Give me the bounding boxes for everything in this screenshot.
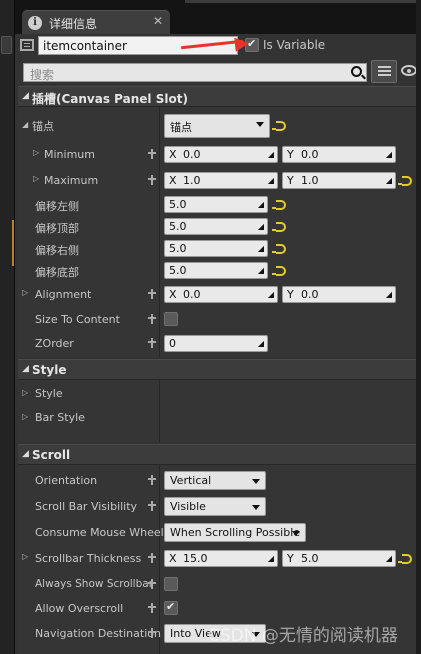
offset-top-field[interactable]: 5.0 ◢ xyxy=(164,218,268,235)
left-strip-highlight xyxy=(12,220,14,266)
maximum-label: Maximum xyxy=(44,174,99,187)
maximum-x-field[interactable]: X 1.0 ◢ xyxy=(164,172,278,189)
expand-icon[interactable]: ▷ xyxy=(22,388,28,397)
reset-icon[interactable] xyxy=(272,244,286,254)
watermark: CSDN @无情的阅读机器 xyxy=(208,626,398,646)
minimum-x-field[interactable]: X 0.0 ◢ xyxy=(164,146,278,163)
offset-left-label: 偏移左侧 xyxy=(35,200,79,213)
minimum-label: Minimum xyxy=(44,148,95,161)
left-panel-strip xyxy=(0,0,15,654)
alignment-y-field[interactable]: Y 0.0 ◢ xyxy=(282,286,396,303)
bind-icon[interactable] xyxy=(148,175,158,185)
bind-icon[interactable] xyxy=(148,628,158,638)
size-to-content-checkbox[interactable] xyxy=(164,312,178,326)
expand-icon[interactable]: ▷ xyxy=(22,288,28,297)
annotation-arrow-head xyxy=(234,36,250,52)
search-placeholder: 搜索 xyxy=(30,68,55,82)
reset-icon[interactable] xyxy=(272,266,286,276)
offset-bottom-label: 偏移底部 xyxy=(35,266,79,279)
scroll-bar-visibility-dropdown[interactable]: Visible xyxy=(164,497,266,516)
alignment-x-field[interactable]: X 0.0 ◢ xyxy=(164,286,278,303)
tab-bar: i 详细信息 ✕ xyxy=(15,0,421,34)
section-body-slot: ◢ 锚点 锚点 ▷ Minimum X 0.0 ◢ Y 0.0 ◢ ▷ Maximum … xyxy=(18,107,421,357)
section-body-style: ▷ Style ▷ Bar Style xyxy=(18,380,421,442)
zorder-label: ZOrder xyxy=(35,337,74,350)
scroll-bar-visibility-label: Scroll Bar Visibility xyxy=(35,500,138,513)
is-variable-label: Is Variable xyxy=(263,38,326,52)
column-separator xyxy=(159,107,160,357)
bind-icon[interactable] xyxy=(148,579,158,589)
offset-right-field[interactable]: 5.0 ◢ xyxy=(164,240,268,257)
expand-icon[interactable]: ▷ xyxy=(33,148,39,157)
bind-icon[interactable] xyxy=(148,553,158,563)
left-strip-button[interactable] xyxy=(1,36,12,54)
always-show-scrollbar-checkbox[interactable] xyxy=(164,577,178,591)
size-to-content-label: Size To Content xyxy=(35,313,120,326)
expand-icon[interactable]: ▷ xyxy=(33,174,39,183)
eye-icon[interactable] xyxy=(401,65,417,76)
reset-icon[interactable] xyxy=(398,554,412,564)
scrollbar-thickness-label: Scrollbar Thickness xyxy=(35,552,142,565)
consume-mouse-wheel-dropdown[interactable]: When Scrolling Possible xyxy=(164,523,306,542)
section-header-scroll[interactable]: ◢ Scroll xyxy=(18,444,421,465)
offset-top-label: 偏移顶部 xyxy=(35,222,79,235)
orientation-label: Orientation xyxy=(35,474,98,487)
info-icon: i xyxy=(28,16,42,30)
anchors-dropdown[interactable]: 锚点 xyxy=(164,114,270,138)
tab-details[interactable]: i 详细信息 ✕ xyxy=(22,10,170,34)
details-panel: Is Variable 搜索 ◢ 插槽(Canvas Panel Slot) ◢… xyxy=(15,34,421,654)
expand-icon[interactable]: ▷ xyxy=(22,412,28,421)
section-header-style[interactable]: ◢ Style xyxy=(18,359,421,380)
tab-details-label: 详细信息 xyxy=(49,17,98,31)
maximum-y-field[interactable]: Y 1.0 ◢ xyxy=(282,172,396,189)
collapse-icon: ◢ xyxy=(22,120,29,129)
search-input[interactable]: 搜索 xyxy=(23,63,367,82)
offset-bottom-field[interactable]: 5.0 ◢ xyxy=(164,262,268,279)
widget-icon xyxy=(20,39,34,51)
minimum-y-field[interactable]: Y 0.0 ◢ xyxy=(282,146,396,163)
bind-icon[interactable] xyxy=(148,603,158,613)
offset-left-field[interactable]: 5.0 ◢ xyxy=(164,196,268,213)
section-header-slot[interactable]: ◢ 插槽(Canvas Panel Slot) xyxy=(18,86,421,107)
view-options-button[interactable] xyxy=(371,60,397,83)
alignment-label: Alignment xyxy=(35,288,92,301)
reset-icon[interactable] xyxy=(272,222,286,232)
expand-icon[interactable]: ▷ xyxy=(22,552,28,561)
always-show-scrollbar-label: Always Show Scrollbar xyxy=(35,578,154,590)
orientation-dropdown[interactable]: Vertical xyxy=(164,471,266,490)
allow-overscroll-label: Allow Overscroll xyxy=(35,602,124,615)
reset-icon[interactable] xyxy=(398,176,412,186)
reset-icon[interactable] xyxy=(272,121,286,131)
section-title-style: Style xyxy=(32,363,67,377)
offset-right-label: 偏移右侧 xyxy=(35,244,79,257)
bind-icon[interactable] xyxy=(148,338,158,348)
tab-bar-line xyxy=(185,0,421,3)
widget-name-bar: Is Variable xyxy=(15,34,421,58)
collapse-icon: ◢ xyxy=(22,364,29,374)
collapse-icon: ◢ xyxy=(22,91,29,101)
allow-overscroll-checkbox[interactable] xyxy=(164,600,178,615)
bar-style-label: Bar Style xyxy=(35,411,85,424)
bind-icon[interactable] xyxy=(148,149,158,159)
search-icon[interactable] xyxy=(351,66,362,77)
consume-mouse-wheel-label: Consume Mouse Wheel xyxy=(35,526,164,539)
column-separator xyxy=(159,380,160,442)
section-title-scroll: Scroll xyxy=(32,448,71,462)
style-label: Style xyxy=(35,387,63,400)
bind-icon[interactable] xyxy=(148,475,158,485)
column-separator xyxy=(159,465,160,654)
bind-icon[interactable] xyxy=(148,501,158,511)
close-icon[interactable]: ✕ xyxy=(153,14,163,28)
collapse-icon: ◢ xyxy=(22,449,29,459)
section-title-slot: 插槽(Canvas Panel Slot) xyxy=(32,92,188,106)
navigation-destination-label: Navigation Destination xyxy=(35,627,161,640)
scrollbar-thickness-x-field[interactable]: X 15.0 ◢ xyxy=(164,550,278,567)
bind-icon[interactable] xyxy=(148,314,158,324)
zorder-field[interactable]: 0 ◢ xyxy=(164,335,268,352)
reset-icon[interactable] xyxy=(272,200,286,210)
anchors-label: 锚点 xyxy=(32,120,54,133)
scrollbar-thickness-y-field[interactable]: Y 5.0 ◢ xyxy=(282,550,396,567)
right-edge xyxy=(416,0,421,654)
bind-icon[interactable] xyxy=(148,289,158,299)
